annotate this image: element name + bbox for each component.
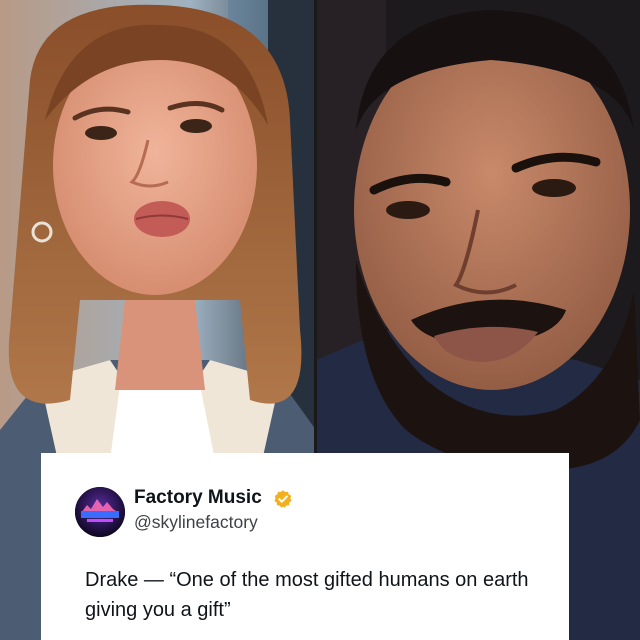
author-name[interactable]: Factory Music bbox=[134, 487, 262, 509]
author-avatar[interactable] bbox=[75, 487, 125, 537]
post-image: Factory Music @skylinefactory Drake — “O… bbox=[0, 0, 640, 640]
author-handle[interactable]: @skylinefactory bbox=[134, 512, 258, 533]
tweet-text: Drake — “One of the most gifted humans o… bbox=[85, 569, 529, 621]
verified-badge-icon bbox=[274, 490, 292, 508]
tweet-card[interactable]: Factory Music @skylinefactory Drake — “O… bbox=[41, 453, 569, 640]
skyline-logo-icon bbox=[75, 487, 125, 537]
